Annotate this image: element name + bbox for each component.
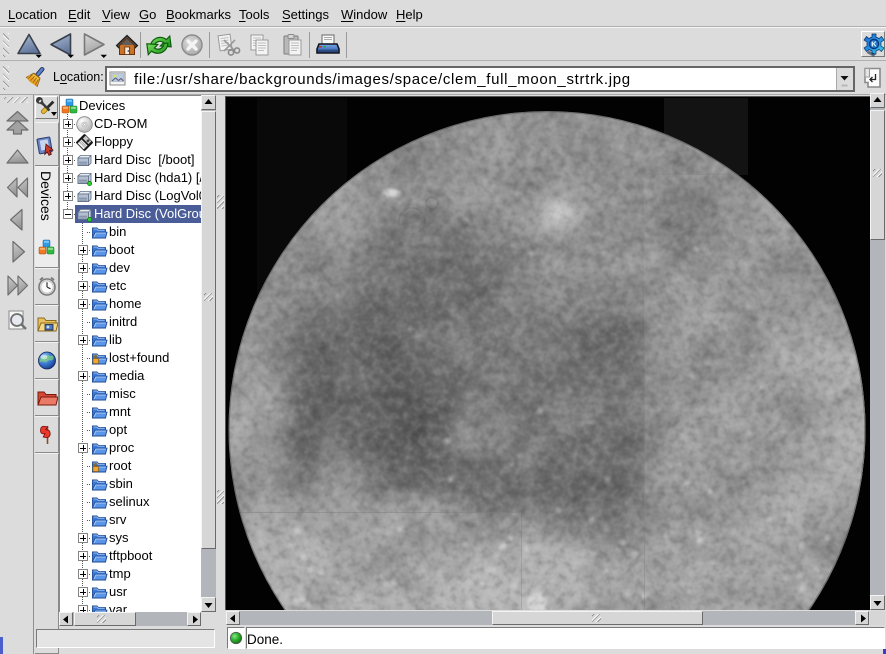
svg-text:K: K [871, 40, 877, 49]
